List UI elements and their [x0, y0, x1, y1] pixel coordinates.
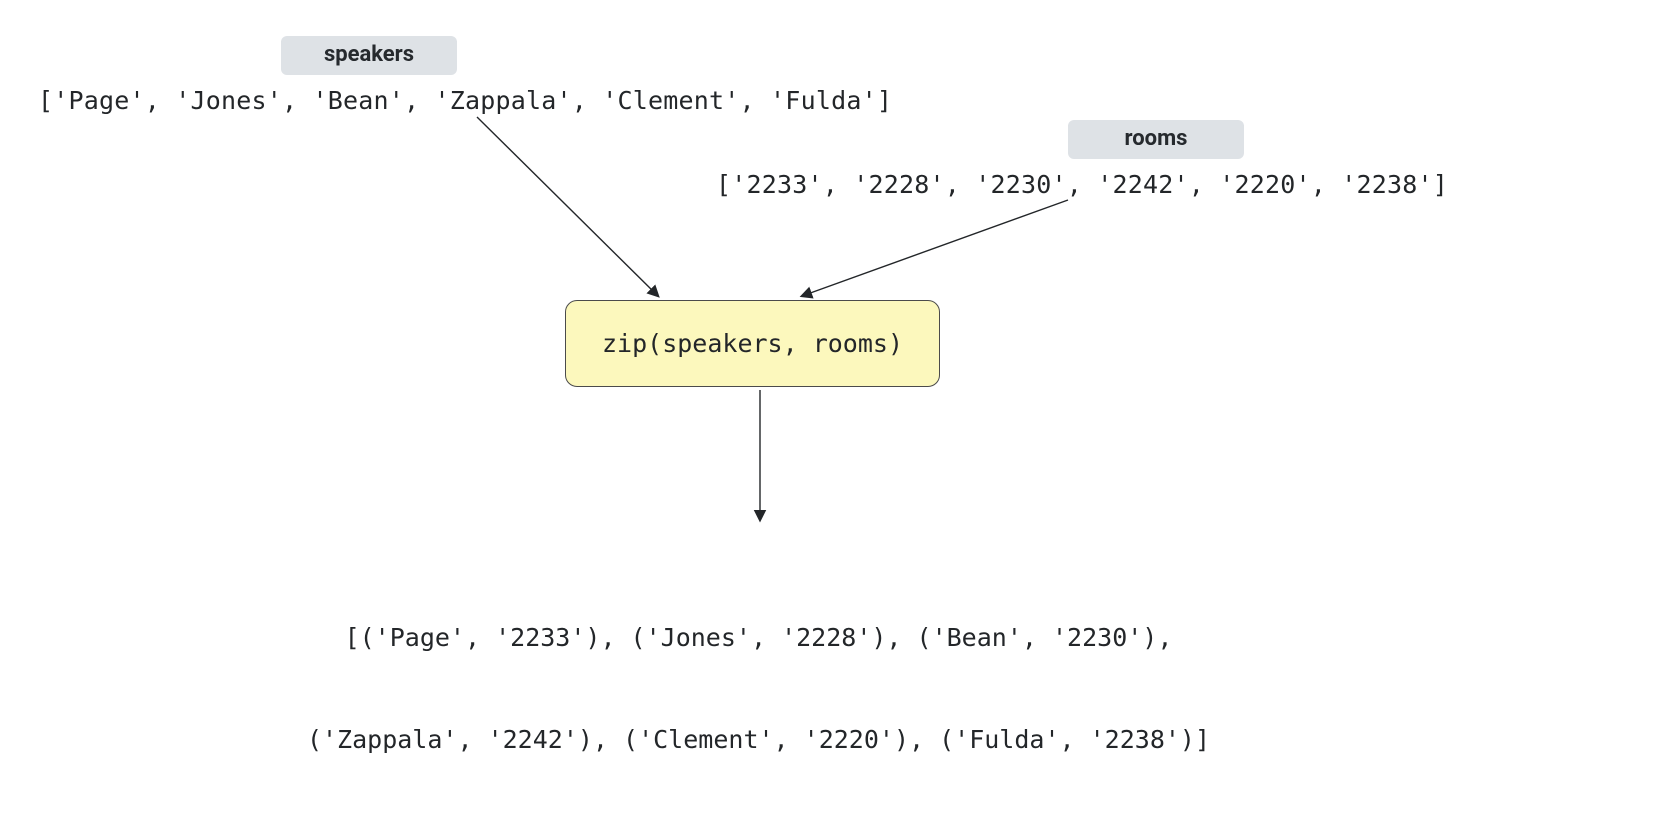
zip-result-line-2: ('Zappala', '2242'), ('Clement', '2220')…	[0, 723, 1517, 757]
zip-call-box: zip(speakers, rooms)	[565, 300, 940, 387]
speakers-list-code: ['Page', 'Jones', 'Bean', 'Zappala', 'Cl…	[38, 86, 892, 115]
chip-rooms: rooms	[1068, 120, 1244, 159]
zip-call-text: zip(speakers, rooms)	[602, 329, 903, 358]
rooms-list-code: ['2233', '2228', '2230', '2242', '2220',…	[716, 170, 1448, 199]
chip-speakers: speakers	[281, 36, 457, 75]
diagram-canvas: speakers rooms ['Page', 'Jones', 'Bean',…	[0, 0, 1680, 730]
zip-result-line-1: [('Page', '2233'), ('Jones', '2228'), ('…	[0, 621, 1517, 655]
zip-result: [('Page', '2233'), ('Jones', '2228'), ('…	[0, 553, 1517, 825]
